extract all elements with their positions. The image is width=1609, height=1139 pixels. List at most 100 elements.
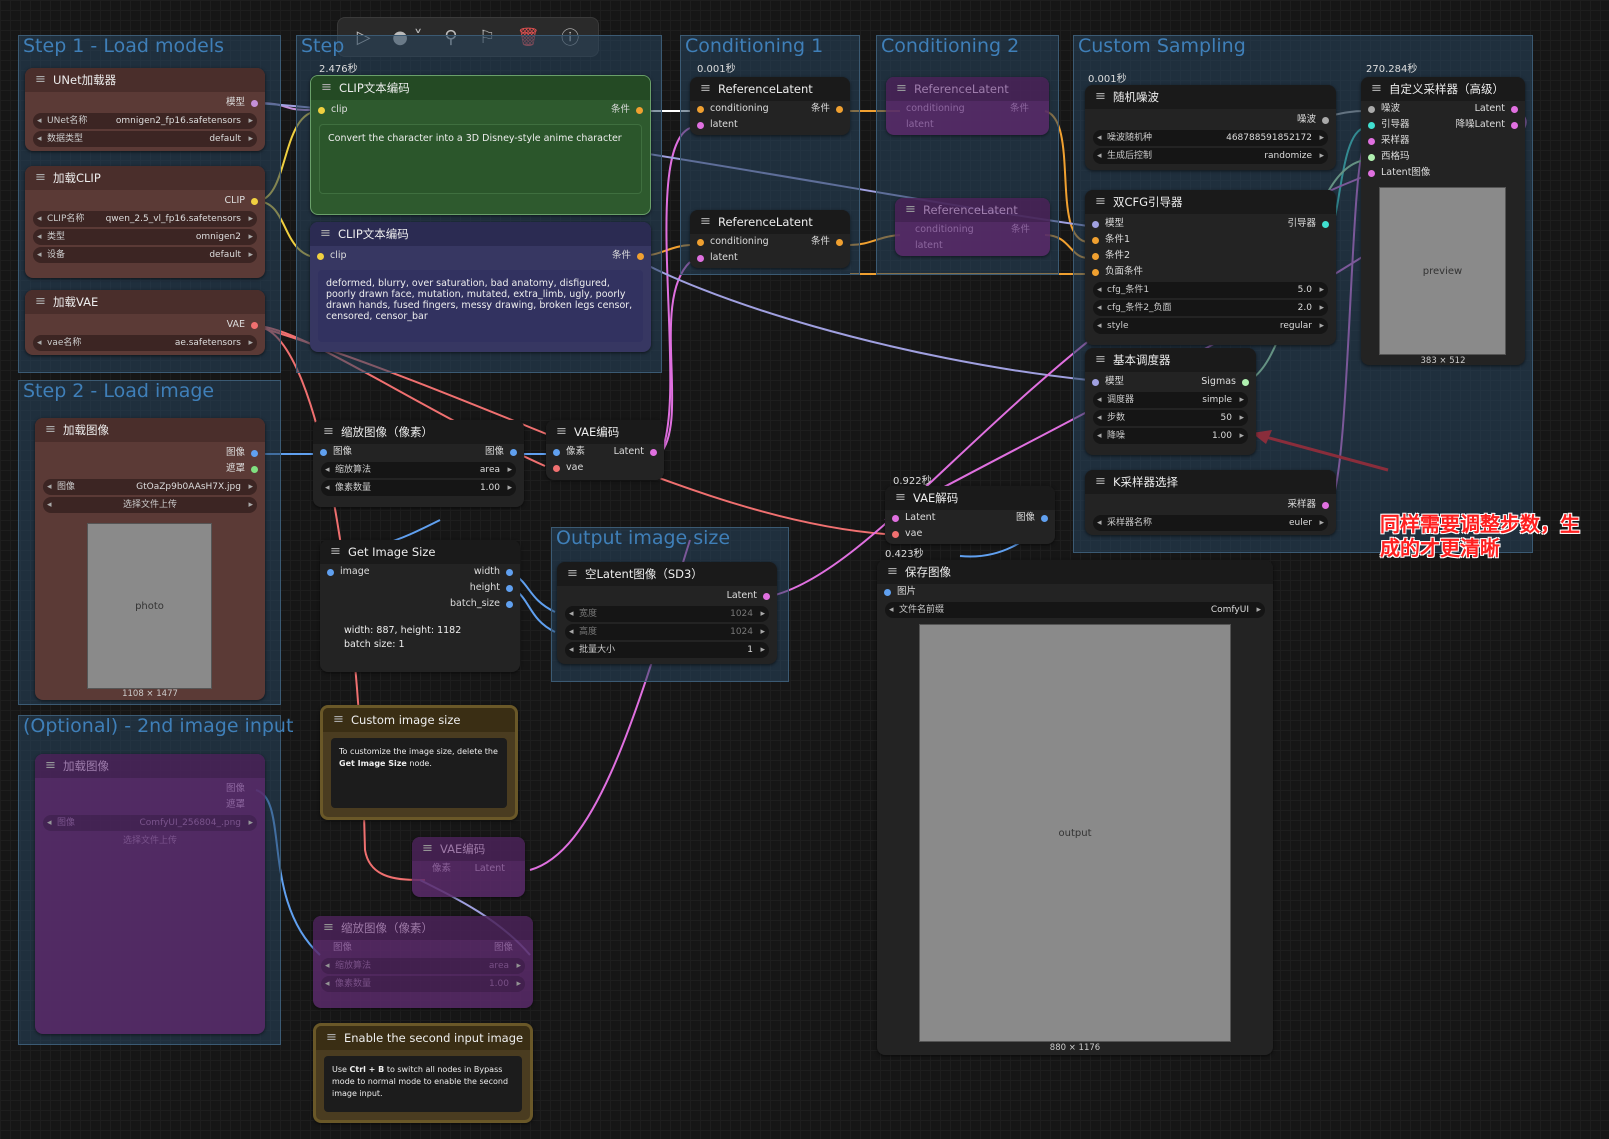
node-save-image[interactable]: 保存图像 图片 文件名前缀 ComfyUI output 880 × 1176 [877,560,1273,1055]
widget-type[interactable]: 类型 omnigen2 [33,229,257,245]
output-socket[interactable] [251,322,258,329]
node-random-noise[interactable]: 随机噪波 噪波 噪波随机种468788591852172 生成后控制random… [1085,85,1336,170]
upload-button[interactable]: 选择文件上传 [35,833,265,846]
output-socket[interactable] [636,107,643,114]
node-basic-scheduler[interactable]: 基本调度器 模型 Sigmas 调度器 simple 步数 50 降噪 1.00 [1085,348,1256,455]
group-title: Step 2 - Load image [23,380,215,402]
widget-image-file[interactable]: 图像 ComfyUI_256804_.png [43,815,257,831]
note-text: Use [332,1065,347,1074]
widget-device[interactable]: 设备 default [33,247,257,263]
node-reference-latent-1[interactable]: ReferenceLatent conditioning条件 latent [690,77,850,135]
output-socket[interactable] [763,593,770,600]
widget-dtype[interactable]: 数据类型 default [33,131,257,147]
widget-label: 缩放算法 [335,465,372,475]
widget-style[interactable]: style regular [1093,318,1328,334]
widget-label: vae名称 [47,338,82,348]
widget-label: 类型 [47,232,66,242]
widget-vae-name[interactable]: vae名称 ae.safetensors [33,335,257,351]
widget-value: randomize [1264,151,1312,161]
output-label: width [473,566,500,577]
node-load-image-optional-bypassed[interactable]: 加载图像 图像 遮罩 图像 ComfyUI_256804_.png 选择文件上传 [35,754,265,1034]
input-label: Latent [905,512,936,523]
node-clip-loader[interactable]: 加载CLIP CLIP CLIP名称qwen_2.5_vl_fp16.safet… [25,166,265,278]
input-label: 模型 [1105,376,1125,387]
node-custom-sampler-advanced[interactable]: 自定义采样器（高级） 噪波Latent 引导器降噪Latent 采样器 西格玛 … [1361,77,1525,365]
widget-scheduler[interactable]: 调度器 simple [1093,392,1248,408]
input-label: conditioning [710,103,769,114]
node-clip-text-positive[interactable]: CLIP文本编码 clip条件 Convert the character in… [310,75,651,215]
node-get-image-size[interactable]: Get Image Size image width height batch_s… [320,540,520,672]
widget-cfg-cond1[interactable]: cfg_条件1 5.0 [1093,282,1328,298]
widget-batch-size[interactable]: 批量大小 1 [565,642,769,658]
widget-unet-name[interactable]: UNet名称 omnigen2_fp16.safetensors [33,113,257,129]
exec-time: 0.001秒 [697,64,736,75]
output-socket[interactable] [251,198,258,205]
node-load-image[interactable]: 加载图像 图像 遮罩 图像GtOaZp9b0AAsH7X.jpg 选择文件上传 … [35,418,265,700]
node-reference-latent-3-bypassed[interactable]: ReferenceLatent conditioning 条件 latent [886,77,1049,135]
upload-button[interactable]: 选择文件上传 [43,497,257,513]
widget-height[interactable]: 高度 1024 [565,624,769,640]
widget-megapixels[interactable]: 像素数量 1.00 [321,976,525,992]
node-vae-encode[interactable]: VAE编码 像素 Latent vae [546,420,664,480]
widget-width[interactable]: 宽度 1024 [565,606,769,622]
output-socket[interactable] [1041,515,1048,522]
node-dual-cfg-guider[interactable]: 双CFG引导器 模型 引导器 条件1 条件2 负面条件 cfg_条件1 5.0 cf… [1085,190,1336,345]
node-scale-image[interactable]: 缩放图像（像素） 图像图像 缩放算法area 像素数量1.00 [313,420,524,507]
output-socket[interactable] [1322,502,1329,509]
output-socket[interactable] [1511,122,1518,129]
node-empty-latent-sd3[interactable]: 空Latent图像（SD3） Latent 宽度 1024 高度 1024 批量大小… [557,562,777,664]
node-title: VAE编码 [412,837,525,861]
output-socket[interactable] [836,239,843,246]
input-label: Latent图像 [1381,167,1431,178]
node-vae-encode-optional-bypassed[interactable]: VAE编码 像素 Latent [412,837,525,897]
output-socket[interactable] [251,450,258,457]
widget-upscale-method[interactable]: 缩放算法 area [321,462,516,478]
note-custom-image-size[interactable]: Custom image size To customize the image… [320,705,518,820]
prompt-textarea[interactable]: Convert the character into a 3D Disney-s… [319,124,642,194]
annotation-line: 同样需要调整步数，生 [1380,512,1580,536]
widget-steps[interactable]: 步数 50 [1093,410,1248,426]
output-socket[interactable] [637,253,644,260]
output-label: 条件 [1010,224,1030,235]
output-socket[interactable] [836,106,843,113]
widget-noise-seed[interactable]: 噪波随机种 468788591852172 [1093,130,1328,146]
output-socket[interactable] [506,569,513,576]
widget-sampler-name[interactable]: 采样器名称 euler [1093,515,1328,531]
output-socket[interactable] [1322,117,1329,124]
output-label: 图像 [225,783,245,794]
exec-time: 0.423秒 [885,549,924,560]
widget-megapixels[interactable]: 像素数量 1.00 [321,480,516,496]
node-vae-decode[interactable]: VAE解码 Latent图像 vae [885,486,1055,544]
node-title: CLIP文本编码 [310,222,651,246]
node-unet-loader[interactable]: UNet加载器 模型 UNet名称omnigen2_fp16.safetenso… [25,68,265,151]
output-socket[interactable] [506,601,513,608]
widget-label: 图像 [57,818,76,828]
widget-image-file[interactable]: 图像 GtOaZp9b0AAsH7X.jpg [43,479,257,495]
output-socket[interactable] [251,100,258,107]
node-ksampler-select[interactable]: K采样器选择 采样器 采样器名称 euler [1085,470,1336,535]
output-socket[interactable] [1511,106,1518,113]
widget-value: 1024 [730,627,753,637]
widget-denoise[interactable]: 降噪 1.00 [1093,428,1248,444]
note-enable-second-image[interactable]: Enable the second input image Use Ctrl +… [313,1023,533,1123]
node-title: ReferenceLatent [886,77,1049,101]
widget-clip-name[interactable]: CLIP名称 qwen_2.5_vl_fp16.safetensors [33,211,257,227]
node-scale-image-optional-bypassed[interactable]: 缩放图像（像素） 图像 图像 缩放算法 area 像素数量 1.00 [313,916,533,1008]
widget-cfg-cond2-negative[interactable]: cfg_条件2_负面 2.0 [1093,300,1328,316]
node-clip-text-negative[interactable]: CLIP文本编码 clip条件 deformed, blurry, over s… [310,222,651,352]
widget-filename-prefix[interactable]: 文件名前缀 ComfyUI [885,602,1265,618]
widget-value: euler [1289,518,1312,528]
output-socket[interactable] [1322,221,1329,228]
output-socket[interactable] [510,449,517,456]
output-socket[interactable] [251,466,258,473]
node-reference-latent-2[interactable]: ReferenceLatent conditioning条件 latent [690,210,850,268]
prompt-textarea[interactable]: deformed, blurry, over saturation, bad a… [318,270,643,342]
widget-control-after-generate[interactable]: 生成后控制 randomize [1093,148,1328,164]
output-socket[interactable] [650,449,657,456]
node-vae-loader[interactable]: 加载VAE VAE vae名称ae.safetensors [25,290,265,355]
node-reference-latent-4-bypassed[interactable]: ReferenceLatent conditioning 条件 latent [895,198,1050,256]
widget-upscale-method[interactable]: 缩放算法 area [321,958,525,974]
output-socket[interactable] [1242,379,1249,386]
widget-label: 批量大小 [579,645,616,655]
output-socket[interactable] [506,585,513,592]
